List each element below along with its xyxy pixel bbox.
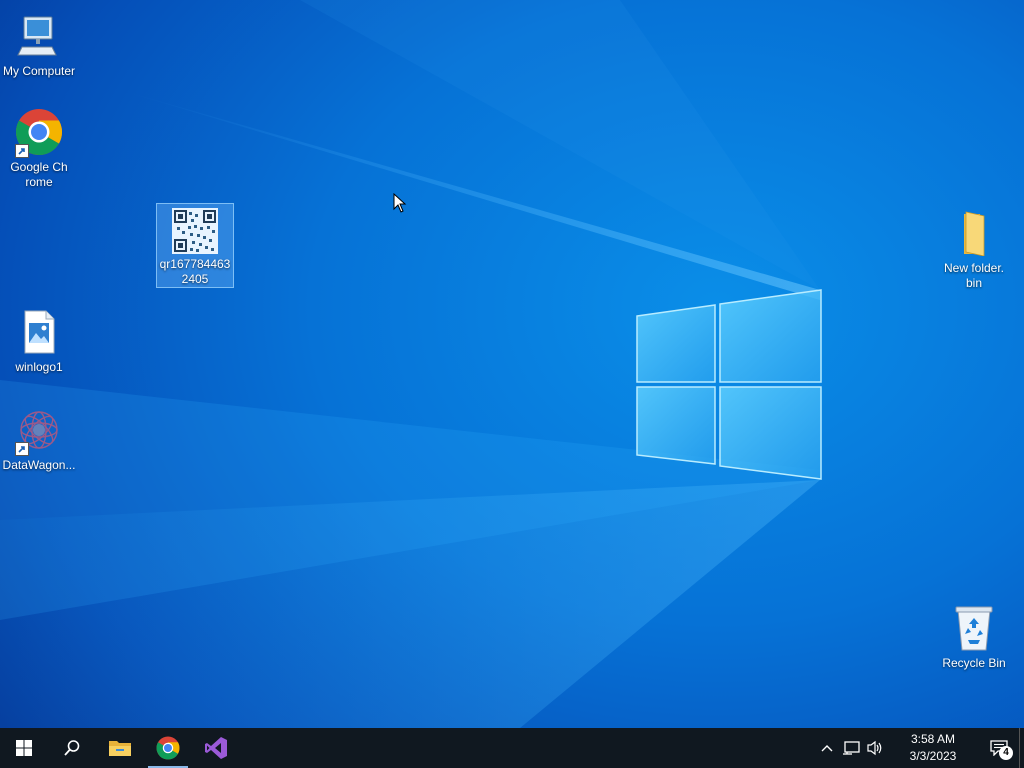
shortcut-arrow-icon — [15, 144, 29, 158]
desktop-icon-recycle-bin[interactable]: Recycle Bin — [935, 600, 1013, 671]
desktop-icon-new-folder-bin[interactable]: New folder.bin — [935, 205, 1013, 291]
visual-studio-icon — [205, 737, 227, 759]
computer-icon — [13, 10, 65, 62]
desktop-icon-my-computer[interactable]: My Computer — [0, 8, 78, 79]
taskbar: 3:58 AM 3/3/2023 4 — [0, 728, 1024, 768]
windows-start-icon — [16, 740, 32, 756]
desktop-icon-label: qr1677844632405 — [159, 257, 231, 286]
recycle-bin-icon — [948, 602, 1000, 654]
search-icon — [64, 740, 80, 756]
search-button[interactable] — [48, 728, 96, 768]
desktop-icon-label: New folder.bin — [943, 261, 1005, 290]
action-center-button[interactable]: 4 — [979, 728, 1019, 768]
taskbar-file-explorer-button[interactable] — [96, 728, 144, 768]
desktop-icon-qr-image[interactable]: qr1677844632405 — [156, 203, 234, 288]
desktop-icon-winlogo1[interactable]: winlogo1 — [0, 304, 78, 375]
desktop-icon-label: DataWagon... — [2, 458, 76, 472]
desktop-icon-label: winlogo1 — [15, 360, 63, 374]
clock-date: 3/3/2023 — [909, 749, 957, 763]
volume-icon[interactable] — [863, 728, 887, 768]
chevron-up-icon[interactable] — [815, 728, 839, 768]
desktop-wallpaper — [0, 0, 1024, 728]
network-icon[interactable] — [839, 728, 863, 768]
desktop-icon-datawagon[interactable]: DataWagon... — [0, 402, 78, 473]
image-file-icon — [13, 306, 65, 358]
mouse-cursor-icon — [393, 193, 407, 213]
chrome-icon — [156, 736, 180, 760]
desktop-icon-label: My Computer — [2, 64, 76, 78]
show-desktop-button[interactable] — [1019, 728, 1024, 768]
folder-icon — [948, 207, 1000, 259]
windows-logo-graphic — [636, 289, 822, 480]
notification-count-badge: 4 — [999, 746, 1013, 760]
taskbar-visual-studio-button[interactable] — [192, 728, 240, 768]
desktop-icon-label: Recycle Bin — [942, 656, 1006, 670]
chrome-icon — [13, 106, 65, 158]
clock[interactable]: 3:58 AM 3/3/2023 — [895, 731, 971, 765]
shortcut-arrow-icon — [15, 442, 29, 456]
datawagon-icon — [13, 404, 65, 456]
wallpaper-light-beams — [0, 0, 822, 728]
desktop-icon-label: Google Chrome — [10, 160, 68, 189]
clock-time: 3:58 AM — [910, 732, 956, 746]
desktop-icon-google-chrome[interactable]: Google Chrome — [0, 104, 78, 190]
qr-image-icon — [169, 206, 221, 255]
folder-icon — [109, 741, 131, 756]
start-button[interactable] — [0, 728, 48, 768]
system-tray: 3:58 AM 3/3/2023 4 — [815, 728, 1024, 768]
taskbar-chrome-button[interactable] — [144, 728, 192, 768]
